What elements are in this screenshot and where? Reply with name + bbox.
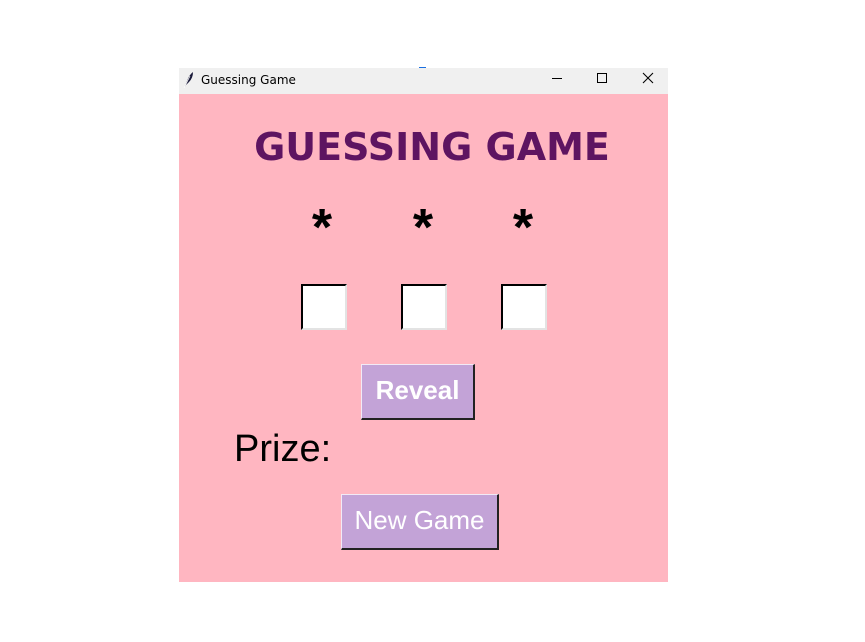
window-title: Guessing Game [201,73,296,87]
minimize-icon [552,78,562,79]
guess-checkbox-3[interactable] [501,284,547,330]
close-icon [642,72,654,84]
hidden-prize-2: * [412,199,434,257]
guess-checkbox-2[interactable] [401,284,447,330]
app-window: Guessing Game GUESSING GAME * * * Reveal… [179,68,668,582]
maximize-icon [597,73,607,83]
close-button[interactable] [625,68,671,94]
hidden-prize-3: * [512,199,534,257]
minimize-button[interactable] [534,68,580,94]
title-bar[interactable]: Guessing Game [179,68,668,94]
game-title: GUESSING GAME [254,125,610,169]
guess-checkbox-1[interactable] [301,284,347,330]
hidden-prize-1: * [311,199,333,257]
new-game-button[interactable]: New Game [341,494,499,550]
reveal-button[interactable]: Reveal [361,364,475,420]
maximize-button[interactable] [579,68,625,94]
prize-label: Prize: [234,428,332,470]
feather-icon [181,71,195,89]
